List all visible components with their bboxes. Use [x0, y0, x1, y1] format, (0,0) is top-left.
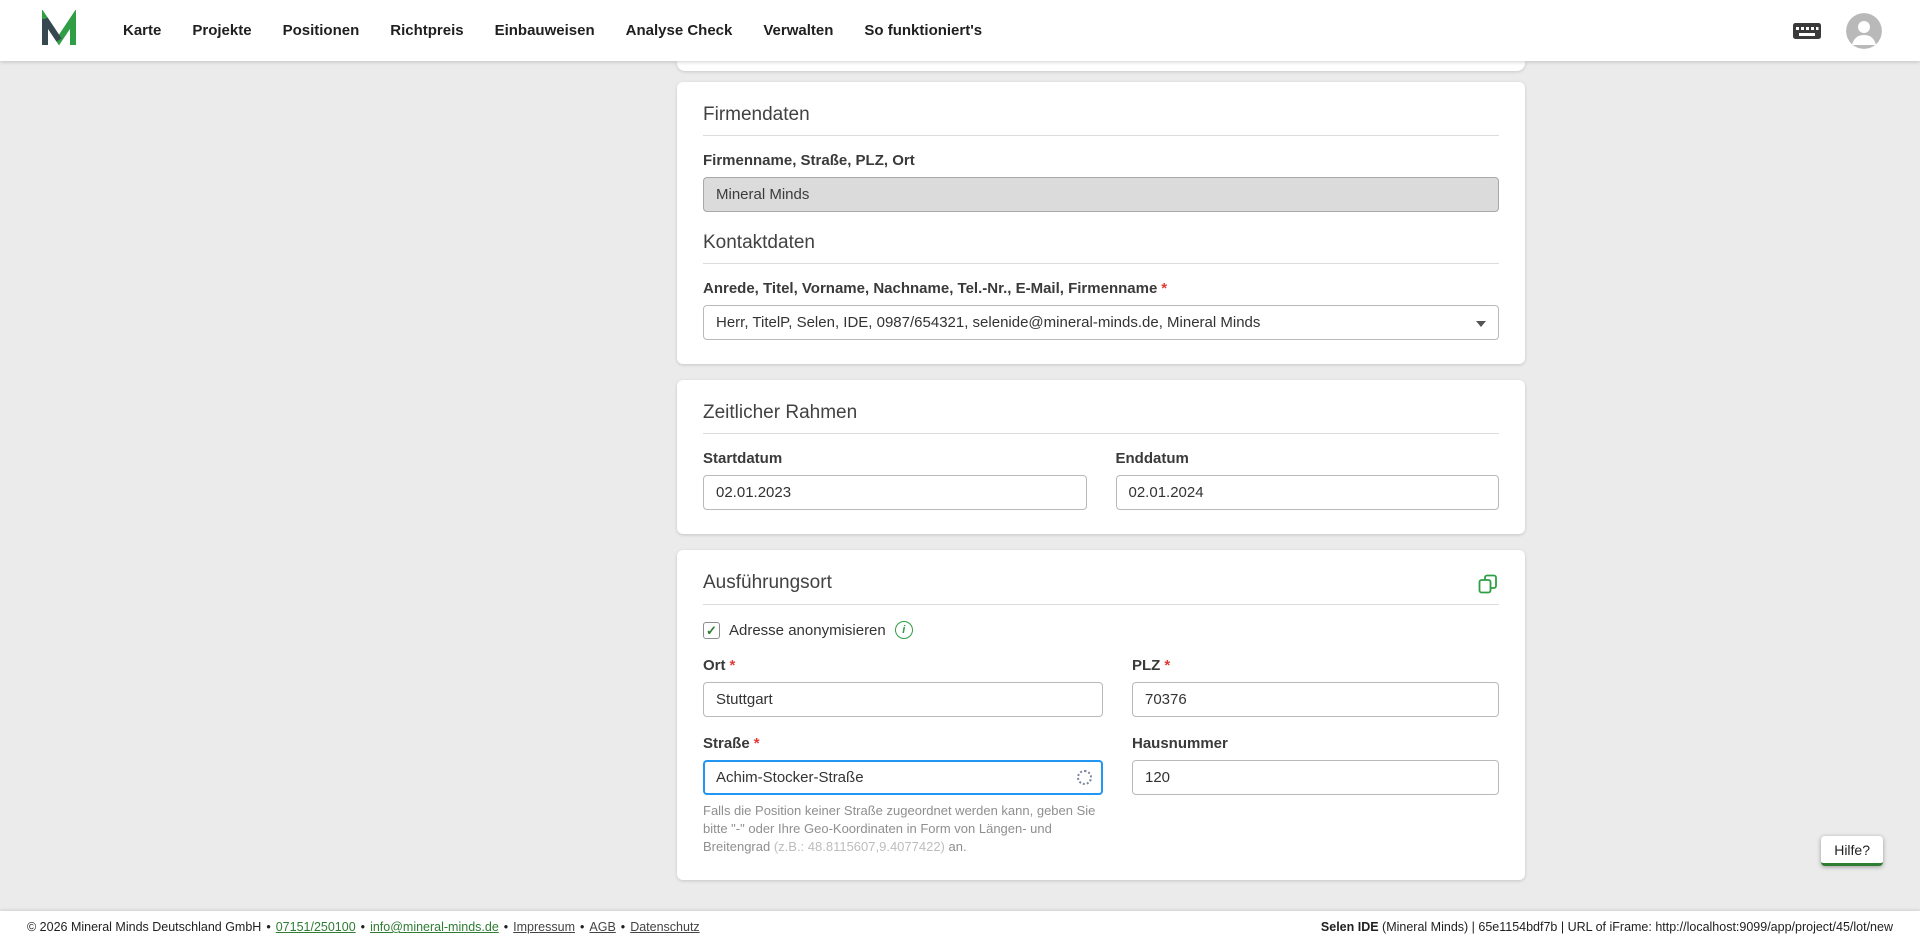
top-nav: Karte Projekte Positionen Richtpreis Ein… — [0, 0, 1920, 61]
footer-link-agb[interactable]: AGB — [589, 920, 615, 934]
footer-left: © 2026 Mineral Minds Deutschland GmbH • … — [27, 920, 700, 934]
nav-right-actions — [1792, 13, 1882, 49]
user-avatar[interactable] — [1846, 13, 1882, 49]
footer-link-impressum[interactable]: Impressum — [513, 920, 575, 934]
loading-spinner-icon — [1077, 770, 1092, 785]
footer-link-datenschutz[interactable]: Datenschutz — [630, 920, 699, 934]
strasse-label: Straße* — [703, 735, 1103, 753]
main-content: Firmendaten Firmenname, Straße, PLZ, Ort… — [0, 61, 1920, 911]
strasse-input[interactable] — [703, 760, 1103, 795]
nav-item-projekte[interactable]: Projekte — [192, 22, 251, 39]
company-label: Firmenname, Straße, PLZ, Ort — [703, 152, 1499, 170]
divider — [703, 263, 1499, 264]
divider — [703, 604, 1499, 605]
hausnummer-input[interactable] — [1132, 760, 1499, 795]
footer-separator: • — [266, 920, 270, 934]
helper-text-suffix: an. — [945, 839, 967, 854]
required-marker: * — [1164, 657, 1170, 674]
strasse-helper-text: Falls die Position keiner Straße zugeord… — [703, 802, 1103, 856]
footer-status-text: Selen IDE (Mineral Minds) | 65e1154bdf7b… — [1321, 920, 1893, 934]
strasse-label-text: Straße — [703, 735, 750, 752]
kontakt-label: Anrede, Titel, Vorname, Nachname, Tel.-N… — [703, 280, 1499, 298]
check-icon: ✓ — [706, 624, 717, 637]
lot-form-column: Firmendaten Firmenname, Straße, PLZ, Ort… — [677, 61, 1525, 911]
ort-input[interactable] — [703, 682, 1103, 717]
help-button[interactable]: Hilfe? — [1821, 836, 1883, 866]
info-icon[interactable]: i — [895, 621, 913, 639]
enddatum-input[interactable] — [1116, 475, 1500, 510]
plz-label: PLZ* — [1132, 657, 1499, 675]
footer-separator: • — [504, 920, 508, 934]
keyboard-icon[interactable] — [1792, 21, 1822, 41]
footer-separator: • — [361, 920, 365, 934]
nav-item-karte[interactable]: Karte — [123, 22, 161, 39]
ort-label-text: Ort — [703, 657, 726, 674]
helper-text-example: (z.B.: 48.8115607,9.4077422) — [774, 839, 945, 854]
section-title-ausfuehrungsort: Ausführungsort — [703, 572, 832, 594]
divider — [703, 433, 1499, 434]
main-navigation: Karte Projekte Positionen Richtpreis Ein… — [123, 22, 982, 39]
chevron-down-icon — [1476, 321, 1486, 327]
anonymize-label: Adresse anonymisieren — [729, 622, 886, 639]
app-logo[interactable] — [37, 9, 81, 53]
section-title-zeitlicher-rahmen: Zeitlicher Rahmen — [703, 402, 1499, 424]
company-input — [703, 177, 1499, 212]
startdatum-label: Startdatum — [703, 450, 1087, 468]
nav-item-analyse-check[interactable]: Analyse Check — [626, 22, 733, 39]
divider — [703, 135, 1499, 136]
footer-separator: • — [580, 920, 584, 934]
nav-item-richtpreis[interactable]: Richtpreis — [390, 22, 463, 39]
required-marker: * — [1161, 280, 1167, 297]
footer-link-email[interactable]: info@mineral-minds.de — [370, 920, 499, 934]
footer-ide-name: Selen IDE — [1321, 920, 1379, 934]
footer: © 2026 Mineral Minds Deutschland GmbH • … — [0, 911, 1920, 943]
footer-link-phone[interactable]: 07151/250100 — [276, 920, 356, 934]
nav-item-einbauweisen[interactable]: Einbauweisen — [495, 22, 595, 39]
kontakt-select[interactable]: Herr, TitelP, Selen, IDE, 0987/654321, s… — [703, 305, 1499, 340]
section-title-firmendaten: Firmendaten — [703, 104, 1499, 126]
required-marker: * — [754, 735, 760, 752]
copyright-text: © 2026 Mineral Minds Deutschland GmbH — [27, 920, 261, 934]
plz-input[interactable] — [1132, 682, 1499, 717]
nav-item-verwalten[interactable]: Verwalten — [763, 22, 833, 39]
footer-separator: • — [621, 920, 625, 934]
copy-icon[interactable] — [1477, 573, 1499, 595]
mineral-minds-logo-icon — [38, 10, 80, 52]
card-firmendaten: Firmendaten Firmenname, Straße, PLZ, Ort… — [677, 82, 1525, 364]
plz-label-text: PLZ — [1132, 657, 1160, 674]
card-partial-top — [677, 61, 1525, 71]
kontakt-select-value: Herr, TitelP, Selen, IDE, 0987/654321, s… — [716, 314, 1260, 331]
anonymize-checkbox[interactable]: ✓ — [703, 622, 720, 639]
kontakt-label-text: Anrede, Titel, Vorname, Nachname, Tel.-N… — [703, 280, 1157, 297]
required-marker: * — [730, 657, 736, 674]
section-title-kontaktdaten: Kontaktdaten — [703, 232, 1499, 254]
ort-label: Ort* — [703, 657, 1103, 675]
enddatum-label: Enddatum — [1116, 450, 1500, 468]
card-zeitlicher-rahmen: Zeitlicher Rahmen Startdatum Enddatum — [677, 380, 1525, 534]
card-ausfuehrungsort: Ausführungsort ✓ Adresse anonymisieren i — [677, 550, 1525, 880]
startdatum-input[interactable] — [703, 475, 1087, 510]
nav-item-positionen[interactable]: Positionen — [283, 22, 360, 39]
hausnummer-label: Hausnummer — [1132, 735, 1499, 753]
nav-item-so-funktionierts[interactable]: So funktioniert's — [864, 22, 982, 39]
footer-ide-details: (Mineral Minds) | 65e1154bdf7b | URL of … — [1379, 920, 1893, 934]
